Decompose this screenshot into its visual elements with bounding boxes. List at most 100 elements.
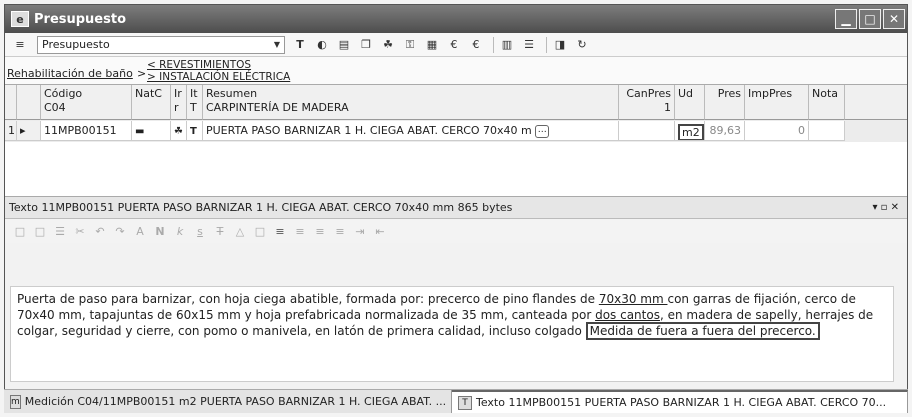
save-icon[interactable]: □ (11, 225, 29, 238)
cell-codigo[interactable]: 11MPB00151 (41, 121, 132, 141)
tab-texto-label: Texto 11MPB00151 PUERTA PASO BARNIZAR 1 … (476, 396, 887, 409)
breadcrumb-item[interactable]: Rehabilitación de baño (7, 67, 133, 80)
toolbar-separator (546, 36, 547, 53)
cell-ir[interactable]: ☘ (171, 121, 187, 141)
open-icon[interactable]: □ (31, 225, 49, 238)
nature-icon: ▬ (135, 126, 145, 137)
col-natc[interactable]: NatC (132, 85, 171, 120)
col-it-sub: T (190, 101, 197, 114)
table-icon[interactable]: ▦ (423, 36, 441, 54)
toolbar-separator (493, 36, 494, 53)
cell-canpres[interactable] (619, 121, 675, 141)
tree-icon[interactable]: ☘ (379, 36, 397, 54)
tab-medicion[interactable]: m Medición C04/11MPB00151 m2 PUERTA PASO… (4, 390, 452, 413)
redo-icon[interactable]: ↷ (111, 225, 129, 238)
cell-resumen[interactable]: PUERTA PASO BARNIZAR 1 H. CIEGA ABAT. CE… (203, 121, 619, 141)
row-marker[interactable]: ▸ (17, 121, 41, 141)
justify-icon[interactable]: ≡ (331, 225, 349, 238)
col-resumen[interactable]: Resumen CARPINTERÍA DE MADERA (203, 85, 619, 120)
outdent-icon[interactable]: ⇤ (371, 225, 389, 238)
globe-icon[interactable]: ◐ (313, 36, 331, 54)
underline-icon[interactable]: s (191, 225, 209, 238)
strikethrough-icon[interactable]: T (211, 225, 229, 238)
align-right-icon[interactable]: ≡ (311, 225, 329, 238)
col-ir[interactable]: Ir r (171, 85, 187, 120)
col-canpres[interactable]: CanPres 1 (619, 85, 675, 120)
col-pres-label: Pres (717, 87, 741, 100)
title-bar: e Presupuesto ▁ □ ✕ (5, 5, 907, 33)
col-ir-label: Ir (174, 87, 182, 100)
breadcrumb: Rehabilitación de baño > < REVESTIMIENTO… (5, 57, 907, 85)
row-number: 1 (5, 121, 17, 141)
text-boxed-note: Medida de fuera a fuera del precerco. (585, 322, 820, 340)
prev-chapter-link[interactable]: < REVESTIMIENTOS (147, 59, 251, 71)
main-toolbar: ≡ Presupuesto ▼ T ◐ ▤ ❐ ☘ ⚿ ▦ € € ▥ ☰ ◨ … (5, 33, 907, 57)
col-it[interactable]: It T (187, 85, 203, 120)
col-pres[interactable]: Pres (705, 85, 745, 120)
format-toolbar: □ □ ☰ ✂ ↶ ↷ A N k s T △ □ ≡ ≡ ≡ ≡ ⇥ ⇤ (5, 219, 907, 243)
grid-icon[interactable]: ▥ (498, 36, 516, 54)
cut-icon[interactable]: ✂ (71, 225, 89, 238)
measure-icon: m (10, 394, 21, 409)
col-imppres[interactable]: ImpPres (745, 85, 809, 120)
key-icon[interactable]: ⚿ (401, 36, 419, 54)
split-icon[interactable]: ◨ (551, 36, 569, 54)
col-it-label: It (190, 87, 198, 100)
view-select[interactable]: Presupuesto ▼ (37, 35, 285, 54)
text-panel-title: Texto 11MPB00151 PUERTA PASO BARNIZAR 1 … (9, 201, 513, 214)
redo-icon[interactable]: ↻ (573, 36, 591, 54)
text-t-icon[interactable]: T (291, 36, 309, 54)
text-t-icon: T (190, 126, 197, 137)
bold-icon[interactable]: N (151, 225, 169, 238)
align-center-icon[interactable]: ≡ (291, 225, 309, 238)
text-underlined: dos cantos (595, 308, 660, 322)
maximize-button[interactable]: □ (859, 9, 881, 29)
font-color-icon[interactable]: A (131, 225, 149, 238)
budget-icon[interactable]: ≡ (11, 36, 29, 54)
col-nota[interactable]: Nota (809, 85, 845, 120)
text-panel-header: Texto 11MPB00151 PUERTA PASO BARNIZAR 1 … (5, 197, 907, 219)
col-imppres-label: ImpPres (748, 87, 793, 100)
grid-empty-area (5, 142, 907, 196)
euro2-icon[interactable]: € (467, 36, 485, 54)
col-resumen-label: Resumen (206, 87, 258, 100)
cell-nota[interactable] (809, 121, 845, 141)
window-title: Presupuesto (34, 11, 127, 27)
col-codigo-label: Código (44, 87, 83, 100)
cell-pres[interactable]: 89,63 (705, 121, 745, 141)
rows-icon[interactable]: ☰ (520, 36, 538, 54)
image-icon[interactable]: □ (251, 225, 269, 238)
highlight-icon[interactable]: △ (231, 225, 249, 238)
close-button[interactable]: ✕ (883, 9, 905, 29)
measure-icon[interactable]: ▤ (335, 36, 353, 54)
italic-icon[interactable]: k (171, 225, 189, 238)
cell-ud-value: m2 (678, 124, 704, 140)
cell-it[interactable]: T (187, 121, 203, 141)
ellipsis-button[interactable]: … (535, 124, 550, 138)
euro-icon[interactable]: € (445, 36, 463, 54)
chevron-down-icon: ▼ (273, 40, 281, 49)
col-ud[interactable]: Ud (675, 85, 705, 120)
app-icon: e (11, 11, 29, 27)
breadcrumb-arrow: > (137, 67, 147, 80)
col-codigo[interactable]: Código C04 (41, 85, 132, 120)
undo-icon[interactable]: ↶ (91, 225, 109, 238)
text-t-icon: T (458, 395, 472, 410)
indent-icon[interactable]: ⇥ (351, 225, 369, 238)
col-nota-label: Nota (812, 87, 839, 100)
panel-controls[interactable]: ▾ ▫ ✕ (872, 202, 899, 213)
description-text-editor[interactable]: Puerta de paso para barnizar, con hoja c… (10, 286, 894, 382)
text-part: Puerta de paso para barnizar, con hoja c… (17, 292, 599, 306)
list-icon[interactable]: ☰ (51, 225, 69, 238)
tab-texto[interactable]: T Texto 11MPB00151 PUERTA PASO BARNIZAR … (452, 390, 908, 413)
row-header-corner (5, 85, 17, 120)
next-chapter-link[interactable]: > INSTALACIÓN ELÉCTRICA (147, 71, 290, 83)
col-natc-label: NatC (135, 87, 162, 100)
copy-icon[interactable]: ❐ (357, 36, 375, 54)
minimize-button[interactable]: ▁ (835, 9, 857, 29)
cell-ud[interactable]: m2 (675, 121, 705, 141)
cell-natc[interactable]: ▬ (132, 121, 171, 141)
text-underlined: 70x30 mm (598, 292, 668, 306)
cell-imppres[interactable]: 0 (745, 121, 809, 141)
align-left-icon[interactable]: ≡ (271, 225, 289, 238)
